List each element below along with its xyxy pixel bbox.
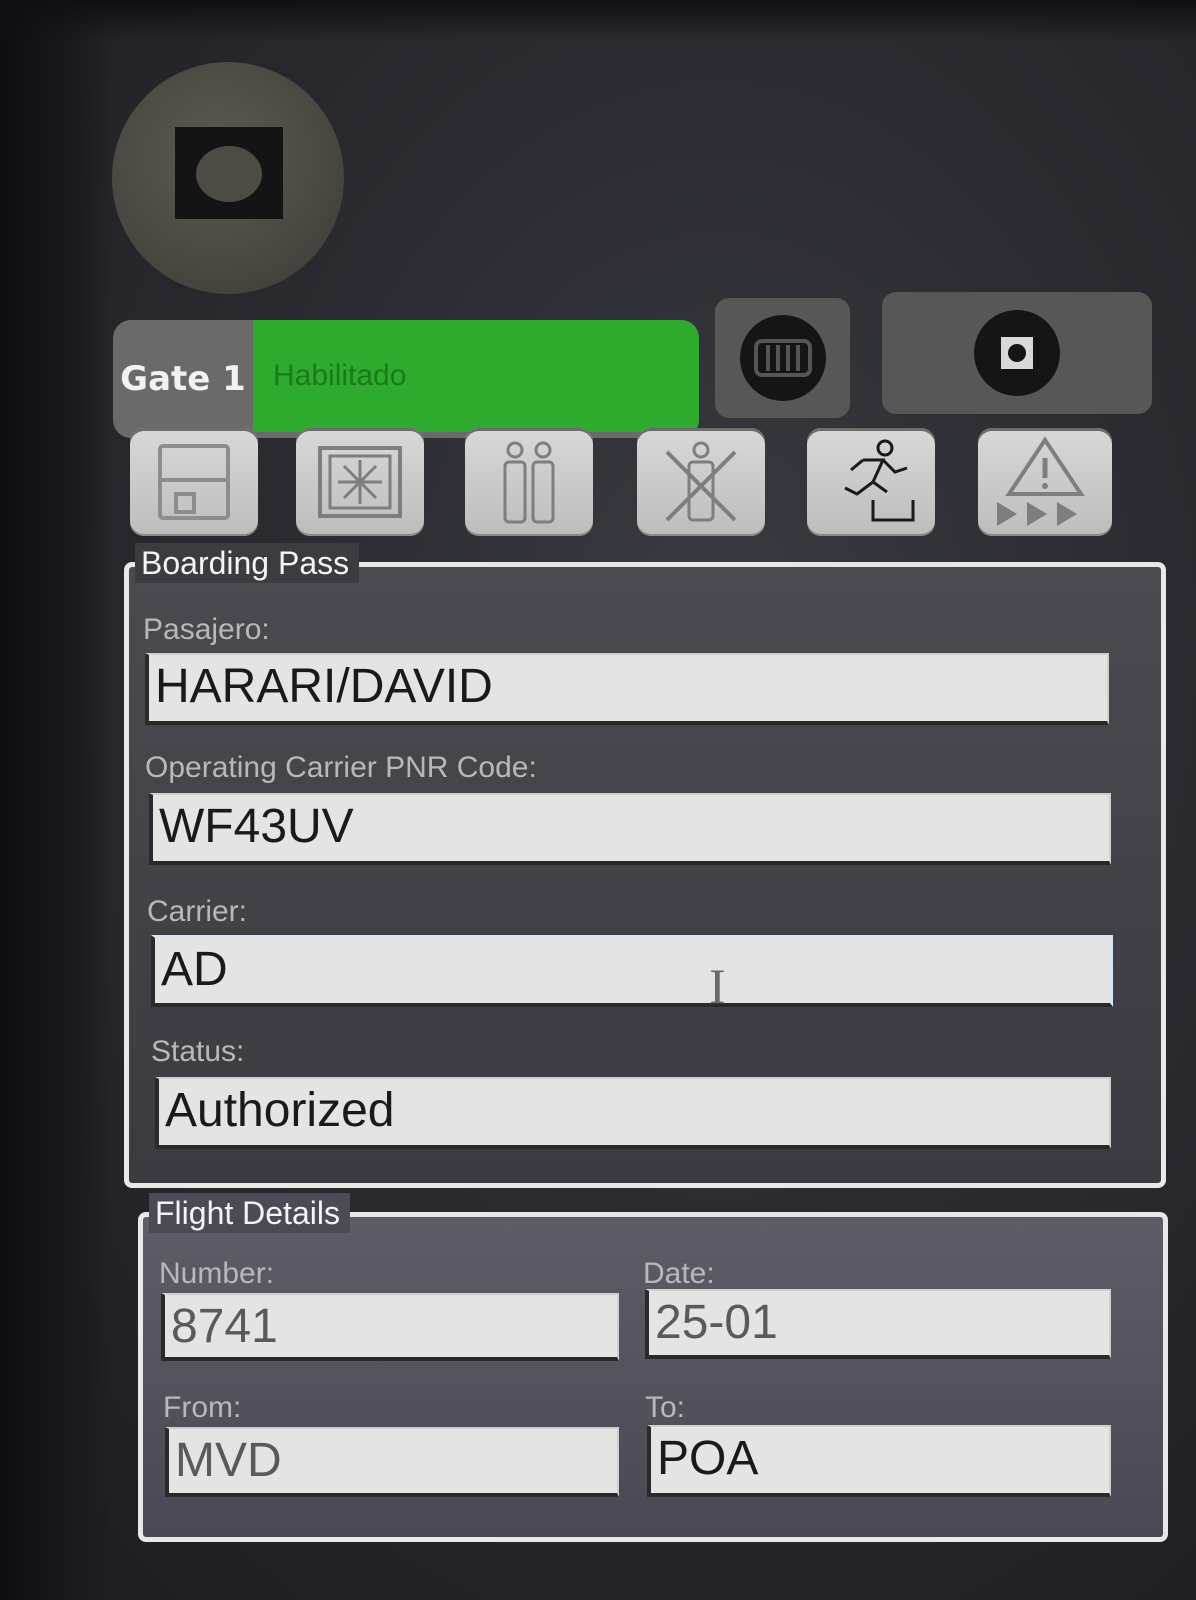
passengers-icon	[503, 441, 555, 524]
flight-details-title: Flight Details	[149, 1193, 350, 1233]
deny-passage-button[interactable]	[637, 428, 765, 536]
status-field[interactable]: Authorized	[155, 1077, 1111, 1149]
to-field[interactable]: POA	[647, 1425, 1111, 1497]
carrier-field[interactable]: AD	[151, 935, 1113, 1007]
screen-top-edge	[0, 0, 1196, 40]
stop-button[interactable]	[882, 292, 1152, 414]
save-icon	[158, 444, 230, 520]
number-label: Number:	[159, 1257, 275, 1290]
boarding-pass-title: Boarding Pass	[135, 543, 360, 583]
text-cursor-icon: I	[709, 958, 726, 1014]
open-gate-button[interactable]	[296, 428, 424, 536]
passengers-button[interactable]	[465, 428, 593, 536]
gate-open-icon	[318, 446, 402, 518]
pnr-field[interactable]: WF43UV	[149, 793, 1111, 865]
gate-icon	[739, 315, 826, 401]
date-field[interactable]: 25-01	[645, 1289, 1111, 1359]
emergency-exit-button[interactable]	[807, 428, 935, 536]
passenger-label: Pasajero:	[143, 613, 270, 646]
no-passage-icon	[665, 441, 737, 522]
gate-control-button[interactable]	[715, 298, 850, 418]
save-button[interactable]	[130, 428, 258, 536]
stop-icon	[974, 310, 1060, 396]
gate-status-indicator: Habilitado	[253, 320, 699, 432]
from-field[interactable]: MVD	[165, 1427, 619, 1497]
status-label: Status:	[151, 1035, 245, 1068]
logo-dot-mark	[196, 146, 262, 202]
pnr-label: Operating Carrier PNR Code:	[145, 751, 537, 784]
screen-bezel	[0, 0, 110, 1600]
warning-forward-icon	[997, 436, 1085, 526]
warning-button[interactable]	[978, 428, 1112, 536]
gate-label: Gate 1	[120, 359, 246, 399]
boarding-pass-group: Boarding Pass Pasajero: HARARI/DAVID Ope…	[124, 543, 1166, 1188]
carrier-label: Carrier:	[147, 895, 248, 928]
gate-status-bar: Gate 1 Habilitado	[113, 320, 699, 438]
from-label: From:	[163, 1391, 242, 1424]
passenger-field[interactable]: HARARI/DAVID	[145, 653, 1109, 725]
to-label: To:	[645, 1391, 686, 1424]
date-label: Date:	[643, 1257, 715, 1290]
flight-details-group: Flight Details Number: 8741 Date: 25-01 …	[138, 1193, 1168, 1542]
number-field[interactable]: 8741	[161, 1293, 619, 1361]
running-exit-icon	[844, 439, 915, 522]
